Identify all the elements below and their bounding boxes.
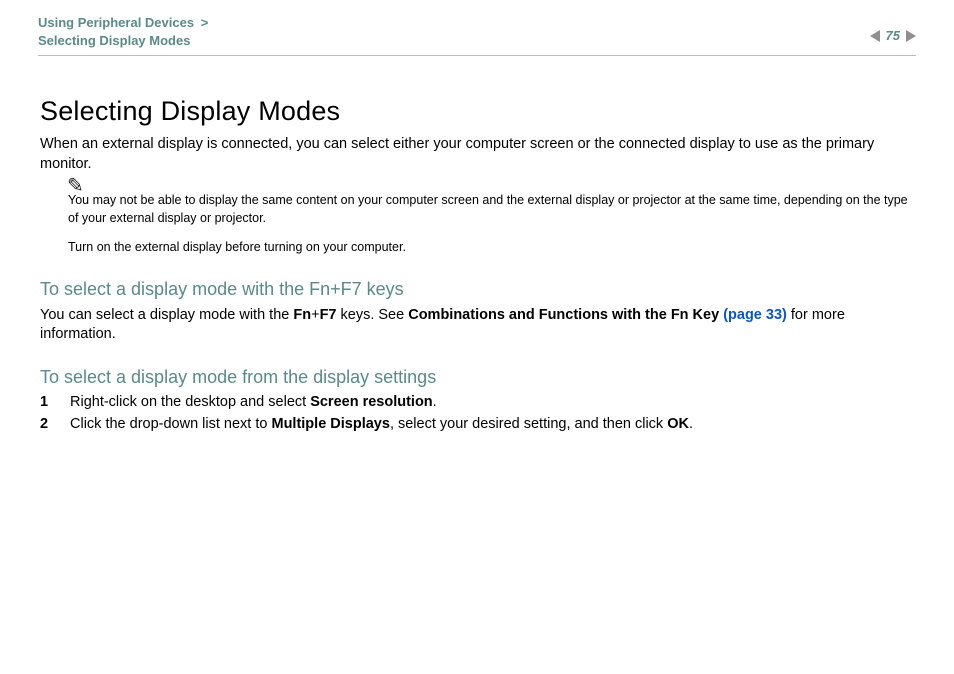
note-line-2: Turn on the external display before turn… — [68, 239, 914, 257]
breadcrumb-current: Selecting Display Modes — [38, 33, 190, 48]
page-number: 75 — [886, 28, 900, 43]
f7-key: F7 — [320, 307, 337, 323]
section-heading-settings: To select a display mode from the displa… — [40, 367, 914, 388]
step-number: 1 — [40, 394, 54, 410]
page-header: Using Peripheral Devices > Selecting Dis… — [38, 14, 916, 56]
prev-page-icon[interactable] — [870, 30, 880, 42]
text: Right-click on the desktop and select — [70, 394, 310, 410]
ui-label: OK — [667, 416, 689, 432]
step-item: 1 Right-click on the desktop and select … — [40, 394, 914, 410]
fn-key: Fn — [293, 307, 311, 323]
section-body-fnkeys: You can select a display mode with the F… — [40, 306, 914, 345]
next-page-icon[interactable] — [906, 30, 916, 42]
ui-label: Multiple Displays — [271, 416, 389, 432]
reference-title: Combinations and Functions with the Fn K… — [408, 307, 723, 323]
step-text: Click the drop-down list next to Multipl… — [70, 416, 693, 432]
section-heading-fnkeys: To select a display mode with the Fn+F7 … — [40, 279, 914, 300]
note-block: ✎ You may not be able to display the sam… — [68, 192, 914, 257]
steps-list: 1 Right-click on the desktop and select … — [40, 394, 914, 432]
page-title: Selecting Display Modes — [40, 96, 914, 127]
breadcrumb-separator: > — [201, 15, 209, 30]
text: You can select a display mode with the — [40, 307, 293, 323]
step-text: Right-click on the desktop and select Sc… — [70, 394, 437, 410]
note-icon: ✎ — [67, 172, 84, 200]
text: + — [311, 307, 319, 323]
text: Click the drop-down list next to — [70, 416, 271, 432]
manual-page: Using Peripheral Devices > Selecting Dis… — [0, 0, 954, 432]
step-number: 2 — [40, 416, 54, 432]
text: . — [689, 416, 693, 432]
text: . — [433, 394, 437, 410]
step-item: 2 Click the drop-down list next to Multi… — [40, 416, 914, 432]
text: , select your desired setting, and then … — [390, 416, 667, 432]
page-reference-link[interactable]: (page 33) — [723, 307, 787, 323]
breadcrumb: Using Peripheral Devices > Selecting Dis… — [38, 14, 208, 49]
text: keys. See — [336, 307, 408, 323]
breadcrumb-parent[interactable]: Using Peripheral Devices — [38, 15, 194, 30]
note-line-1: You may not be able to display the same … — [68, 192, 914, 227]
ui-label: Screen resolution — [310, 394, 432, 410]
page-content: Selecting Display Modes When an external… — [38, 56, 916, 432]
page-nav: 75 — [870, 14, 916, 43]
intro-paragraph: When an external display is connected, y… — [40, 135, 914, 174]
